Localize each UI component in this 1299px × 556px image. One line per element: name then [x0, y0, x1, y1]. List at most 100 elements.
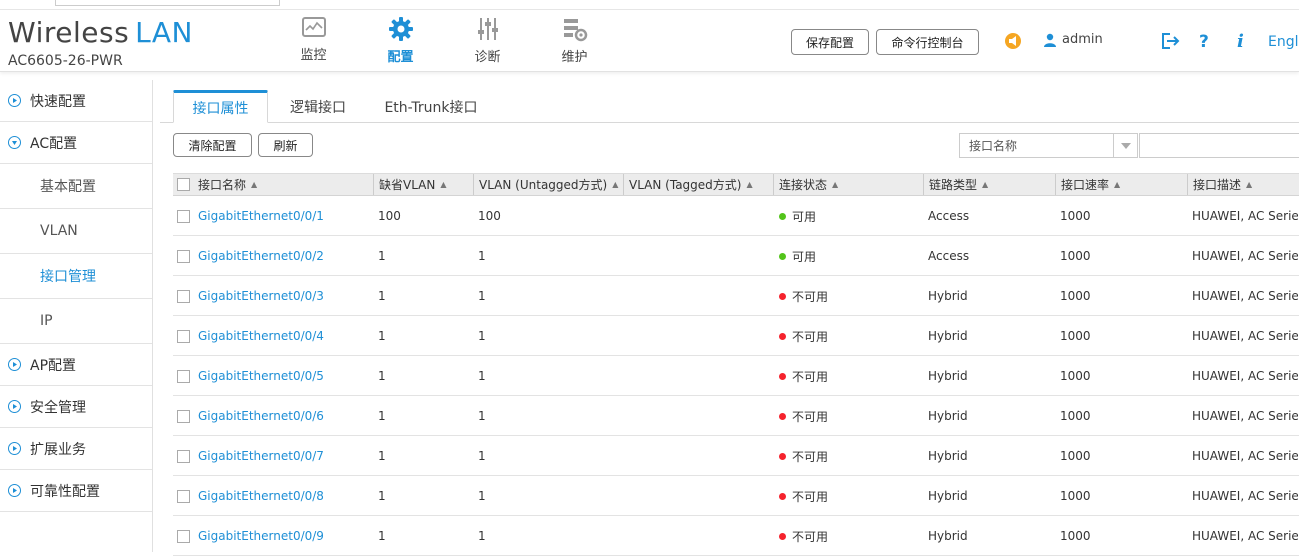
nav-diagnose[interactable]: 诊断: [444, 10, 531, 72]
row-checkbox[interactable]: [177, 316, 193, 356]
interface-name-link[interactable]: GigabitEthernet0/0/1: [198, 196, 372, 236]
interface-name-link[interactable]: GigabitEthernet0/0/5: [198, 356, 372, 396]
user-menu[interactable]: admin: [1043, 32, 1103, 47]
row-checkbox[interactable]: [177, 516, 193, 556]
link-type-cell: Access: [928, 196, 1054, 236]
row-checkbox[interactable]: [177, 396, 193, 436]
col-description[interactable]: 接口描述 ▲: [1187, 174, 1299, 195]
table-row[interactable]: GigabitEthernet0/0/6 1 1 不可用 Hybrid 1000 HUAWE…: [173, 396, 1299, 436]
col-default-vlan[interactable]: 缺省VLAN ▲: [373, 174, 473, 195]
table-row[interactable]: GigabitEthernet0/0/1 100 100 可用 Access 1000 HU…: [173, 196, 1299, 236]
row-checkbox[interactable]: [177, 236, 193, 276]
interface-name-link[interactable]: GigabitEthernet0/0/7: [198, 436, 372, 476]
tab-logical-interface[interactable]: 逻辑接口: [278, 90, 358, 123]
help-icon[interactable]: ?: [1198, 32, 1212, 50]
table-row[interactable]: GigabitEthernet0/0/8 1 1 不可用 Hybrid 1000 HUAWE…: [173, 476, 1299, 516]
row-checkbox[interactable]: [177, 436, 193, 476]
interface-name-link[interactable]: GigabitEthernet0/0/2: [198, 236, 372, 276]
link-type-cell: Hybrid: [928, 436, 1054, 476]
link-type-cell-text: Hybrid: [928, 329, 968, 343]
default-vlan-cell: 1: [378, 436, 472, 476]
table-row[interactable]: GigabitEthernet0/0/9 1 1 不可用 Hybrid 1000 HUAWE…: [173, 516, 1299, 556]
untagged-vlan-cell-text: 1: [478, 449, 486, 463]
nav-config[interactable]: 配置: [357, 10, 444, 72]
save-config-button[interactable]: 保存配置: [791, 29, 869, 55]
interface-name-link[interactable]: GigabitEthernet0/0/8: [198, 476, 372, 516]
col-vlan-untagged[interactable]: VLAN (Untagged方式) ▲: [473, 174, 623, 195]
table-row[interactable]: GigabitEthernet0/0/5 1 1 不可用 Hybrid 1000 HUAWE…: [173, 356, 1299, 396]
status-cell: 不可用: [779, 356, 923, 396]
row-checkbox[interactable]: [177, 476, 193, 516]
status-dot-icon: [779, 292, 786, 300]
sidebar-sub-basic-config[interactable]: 基本配置: [0, 164, 152, 209]
speed-cell-text: 1000: [1060, 209, 1091, 223]
cli-console-button[interactable]: 命令行控制台: [876, 29, 979, 55]
col-link-status[interactable]: 连接状态 ▲: [773, 174, 923, 195]
row-checkbox[interactable]: [177, 196, 193, 236]
untagged-vlan-cell: 100: [478, 196, 622, 236]
interface-name-link[interactable]: GigabitEthernet0/0/9: [198, 516, 372, 556]
sidebar-sub-ip[interactable]: IP: [0, 299, 152, 344]
row-checkbox[interactable]: [177, 356, 193, 396]
select-all-checkbox[interactable]: [173, 174, 193, 195]
interface-name-link[interactable]: GigabitEthernet0/0/4: [198, 316, 372, 356]
interface-name-link[interactable]: GigabitEthernet0/0/6: [198, 396, 372, 436]
col-vlan-tagged[interactable]: VLAN (Tagged方式) ▲: [623, 174, 773, 195]
speed-cell: 1000: [1060, 356, 1186, 396]
sidebar-sub-vlan[interactable]: VLAN: [0, 209, 152, 254]
tab-eth-trunk[interactable]: Eth-Trunk接口: [375, 90, 487, 123]
info-icon[interactable]: i: [1236, 32, 1248, 50]
username: admin: [1062, 32, 1103, 47]
sidebar-item-ac-config[interactable]: AC配置: [0, 122, 152, 164]
sidebar-item-quick-config[interactable]: 快速配置: [0, 80, 152, 122]
col-link-type[interactable]: 链路类型 ▲: [923, 174, 1055, 195]
tab-interface-properties[interactable]: 接口属性: [173, 90, 268, 123]
default-vlan-cell: 1: [378, 476, 472, 516]
description-cell: HUAWEI, AC Serie...: [1192, 196, 1298, 236]
sidebar-item-extended-services[interactable]: 扩展业务: [0, 428, 152, 470]
chevron-down-icon[interactable]: [1113, 134, 1137, 157]
language-switch[interactable]: Engl: [1268, 34, 1299, 50]
sidebar-item-security[interactable]: 安全管理: [0, 386, 152, 428]
untagged-vlan-cell: 1: [478, 396, 622, 436]
chevron-right-icon: [8, 94, 21, 107]
sidebar-item-reliability[interactable]: 可靠性配置: [0, 470, 152, 512]
table-row[interactable]: GigabitEthernet0/0/7 1 1 不可用 Hybrid 1000 HUAWE…: [173, 436, 1299, 476]
nav-monitor[interactable]: 监控: [270, 10, 357, 72]
interface-name-link-text: GigabitEthernet0/0/8: [198, 489, 324, 503]
address-field-remnant: [55, 0, 280, 6]
speed-cell-text: 1000: [1060, 249, 1091, 263]
col-speed[interactable]: 接口速率 ▲: [1055, 174, 1187, 195]
sidebar-sub-interface-mgmt[interactable]: 接口管理: [0, 254, 152, 299]
interface-name-link-text: GigabitEthernet0/0/6: [198, 409, 324, 423]
sidebar-item-ap-config[interactable]: AP配置: [0, 344, 152, 386]
search-input[interactable]: [1139, 133, 1299, 158]
main-content: 接口属性 逻辑接口 Eth-Trunk接口 清除配置 刷新 接口名称 接口名称 ▲…: [160, 80, 1299, 556]
description-cell: HUAWEI, AC Serie...: [1192, 356, 1298, 396]
filter-field-select[interactable]: 接口名称: [959, 133, 1138, 158]
row-checkbox[interactable]: [177, 276, 193, 316]
description-cell-text: HUAWEI, AC Serie...: [1192, 249, 1298, 263]
status-cell-text: 不可用: [792, 489, 829, 504]
description-cell-text: HUAWEI, AC Serie...: [1192, 529, 1298, 543]
table-row[interactable]: GigabitEthernet0/0/3 1 1 不可用 Hybrid 1000 HUAWE…: [173, 276, 1299, 316]
clear-config-button[interactable]: 清除配置: [173, 133, 252, 157]
brand-logo: Wireless LAN: [8, 16, 193, 49]
alert-icon[interactable]: [1004, 32, 1022, 50]
interface-name-link[interactable]: GigabitEthernet0/0/3: [198, 276, 372, 316]
table-row[interactable]: GigabitEthernet0/0/4 1 1 不可用 Hybrid 1000 HUAWE…: [173, 316, 1299, 356]
nav-maintain-label: 维护: [561, 50, 588, 65]
col-interface-name[interactable]: 接口名称 ▲: [193, 174, 373, 195]
link-type-cell-text: Hybrid: [928, 369, 968, 383]
link-type-cell: Access: [928, 236, 1054, 276]
refresh-button[interactable]: 刷新: [258, 133, 313, 157]
default-vlan-cell: 1: [378, 396, 472, 436]
nav-maintain[interactable]: 维护: [531, 10, 618, 72]
default-vlan-cell: 1: [378, 516, 472, 556]
tagged-vlan-cell: [628, 316, 772, 356]
logout-icon[interactable]: [1160, 32, 1180, 50]
description-cell: HUAWEI, AC Serie...: [1192, 476, 1298, 516]
sort-icon: ▲: [251, 180, 258, 189]
table-row[interactable]: GigabitEthernet0/0/2 1 1 可用 Access 1000 HUAWEI…: [173, 236, 1299, 276]
speed-cell-text: 1000: [1060, 529, 1091, 543]
